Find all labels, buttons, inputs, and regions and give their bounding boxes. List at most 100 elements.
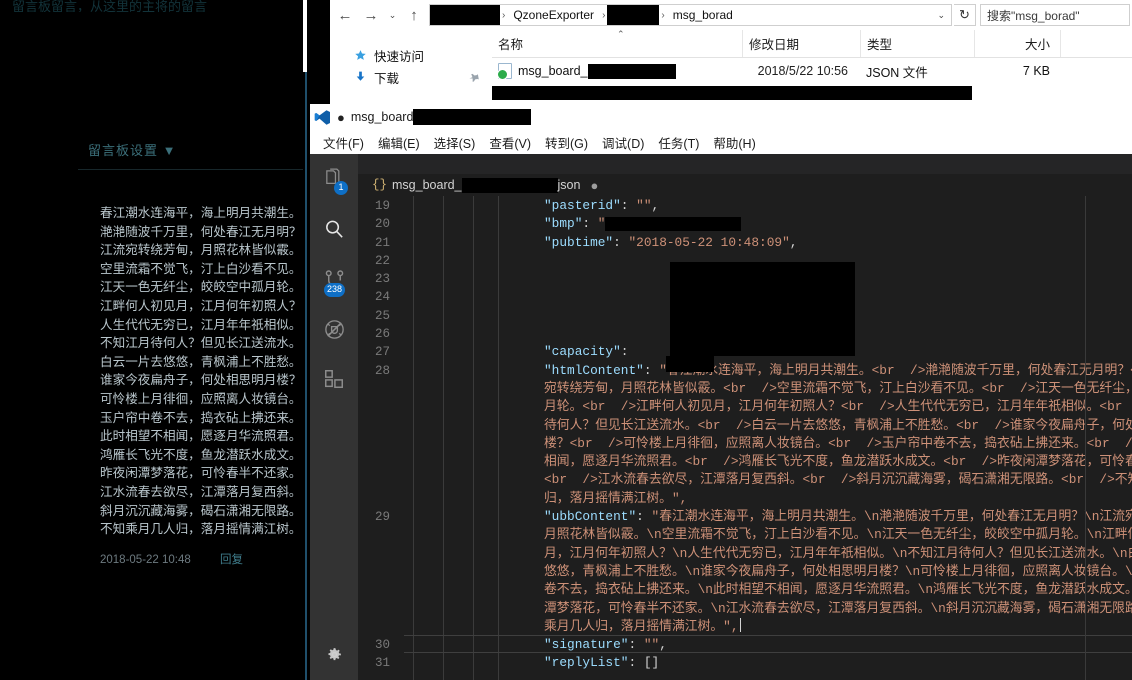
debug-icon[interactable] <box>310 304 358 354</box>
breadcrumb-file-suffix[interactable]: json <box>558 178 581 192</box>
source-control-icon[interactable]: 238 <box>310 254 358 304</box>
poem-line: 人生代代无穷已，江月年年祇相似。 <box>100 317 302 332</box>
code-editor[interactable]: 19 20 21 22 23 24 25 26 27 28 29 30 31 "pasterid": "… <box>358 196 1132 680</box>
code-line-wrapped: 宛转绕芳甸，月照花林皆似霰。<br />空里流霜不觉飞，汀上白沙看不见。<br … <box>544 380 1132 396</box>
menu-item-查看v[interactable]: 查看(V) <box>482 133 538 152</box>
back-button[interactable]: ← <box>332 1 358 29</box>
message-meta: 2018-05-22 10:48 回复 <box>100 551 306 567</box>
tree-item-downloads[interactable]: 下载 <box>330 66 492 88</box>
vscode-workbench: 1 238 {} msg_board_ json ● 19 20 21 22 2… <box>310 154 1132 680</box>
breadcrumb-segment[interactable]: msg_borad <box>667 8 739 22</box>
refresh-button[interactable]: ↻ <box>954 4 976 26</box>
extensions-icon[interactable] <box>310 354 358 404</box>
tree-item-label: 下载 <box>374 71 400 86</box>
message-board-settings-link[interactable]: 留言板设置 ▼ <box>0 130 306 159</box>
gear-icon[interactable] <box>310 634 358 674</box>
poem-line: 不知江月待何人？但见长江送流水。 <box>100 336 302 351</box>
editor-area: {} msg_board_ json ● 19 20 21 22 23 24 25 26 27 2… <box>358 154 1132 680</box>
up-button[interactable]: ↑ <box>401 1 427 29</box>
code-line-replylist: "replyList": [] <box>544 655 660 671</box>
panel-edge <box>305 0 307 680</box>
line-number <box>358 453 390 471</box>
line-number: 29 <box>374 510 390 525</box>
activity-bar: 1 238 <box>310 154 358 680</box>
star-icon <box>352 47 368 63</box>
poem-line: 斜月沉沉藏海雾，碣石潇湘无限路。 <box>100 503 302 518</box>
menu-item-帮助h[interactable]: 帮助(H) <box>706 133 762 152</box>
unsaved-indicator-icon: ● <box>337 109 345 125</box>
line-number <box>358 380 390 398</box>
recent-locations-icon[interactable]: ⌄ <box>384 1 401 29</box>
pin-icon[interactable] <box>467 69 482 84</box>
table-row[interactable]: msg_board_ 2018/5/22 10:56 JSON 文件 7 KB <box>492 58 1132 84</box>
column-header-type[interactable]: 类型 <box>860 30 974 57</box>
code-line-wrapped: 月，江月何年初照人？\n人生代代无穷已，江月年年祇相似。\n不知江月待何人？但见… <box>544 545 1132 561</box>
line-number: 25 <box>374 308 390 323</box>
line-number <box>358 600 390 618</box>
code-line-ubbcontent: "ubbContent": "春江潮水连海平，海上明月共潮生。\n滟滟随波千万里… <box>544 509 1132 525</box>
line-number <box>358 563 390 581</box>
redaction-block <box>492 86 972 100</box>
code-line-pubtime: "pubtime": "2018-05-22 10:48:09", <box>544 234 798 250</box>
code-line-wrapped: 月照花林皆似霰。\n空里流霜不觉飞，汀上白沙看不见。\n江天一色无纤尘，皎皎空中… <box>544 527 1132 543</box>
file-list: msg_board_ 2018/5/22 10:56 JSON 文件 7 KB <box>492 58 1132 84</box>
reply-link[interactable]: 回复 <box>220 554 243 566</box>
code-line-wrapped: <br />江水流春去欲尽，江潭落月复西斜。<br />斜月沉沉藏海雾，碣石潇湘… <box>544 472 1132 488</box>
redaction-block <box>461 177 558 193</box>
line-number: 19 <box>374 199 390 213</box>
menu-item-文件f[interactable]: 文件(F) <box>316 133 371 152</box>
navigation-pane: 快速访问下载 <box>330 30 492 104</box>
line-number <box>358 471 390 489</box>
source-control-badge: 238 <box>324 283 346 297</box>
search-input[interactable]: 搜索"msg_borad" <box>980 4 1130 26</box>
redaction-block <box>666 356 714 372</box>
column-header-size[interactable]: 大小 <box>974 30 1060 57</box>
poem-line: 鸿雁长飞光不度，鱼龙潜跃水成文。 <box>100 447 302 462</box>
line-number: 21 <box>374 235 390 250</box>
column-header-name[interactable]: 名称 ⌃ <box>492 29 742 57</box>
tree-item-quick-access[interactable]: 快速访问 <box>330 44 492 66</box>
poem-line: 江流宛转绕芳甸，月照花林皆似霰。 <box>100 243 302 258</box>
poem-line: 玉户帘中卷不去，捣衣砧上拂还来。 <box>100 410 302 425</box>
explorer-icon[interactable]: 1 <box>310 154 358 204</box>
message-timestamp: 2018-05-22 10:48 <box>100 553 191 566</box>
column-header-name-label: 名称 <box>498 38 524 52</box>
menu-item-调试d[interactable]: 调试(D) <box>595 133 651 152</box>
code-line-wrapped: 潭梦落花，可怜春半不还家。\n江水流春去欲尽，江潭落月复西斜。\n斜月沉沉藏海雾… <box>544 600 1132 616</box>
redaction-block <box>605 216 742 231</box>
menu-item-转到g[interactable]: 转到(G) <box>538 133 595 152</box>
menu-item-任务t[interactable]: 任务(T) <box>651 133 706 152</box>
address-bar[interactable]: › QzoneExporter › › msg_borad ⌄ <box>429 4 952 26</box>
line-number-gutter: 19 20 21 22 23 24 25 26 27 28 29 30 31 <box>358 196 404 680</box>
chevron-down-icon[interactable]: ⌄ <box>931 10 951 21</box>
explorer-navigation-bar: ← → ⌄ ↑ › QzoneExporter › › msg_borad ⌄ ↻ 搜索"… <box>330 0 1132 30</box>
line-number <box>358 490 390 508</box>
poem-line: 春江潮水连海平，海上明月共潮生。 <box>100 206 302 220</box>
redaction-block <box>670 262 855 356</box>
page-scrollbar-thumb[interactable] <box>303 0 307 72</box>
breadcrumb-file-prefix[interactable]: msg_board_ <box>392 178 462 192</box>
code-line-htmlcontent: "htmlContent": "春江潮水连海平，海上明月共潮生。<br />滟滟… <box>544 362 1132 378</box>
code-line-wrapped: 卷不去，捣衣砧上拂还来。\n此时相望不相闻，愿逐月华流照君。\n鸿雁长飞光不度，… <box>544 582 1132 598</box>
line-number: 31 <box>374 656 390 671</box>
menu-item-选择s[interactable]: 选择(S) <box>427 133 483 152</box>
file-size-cell: 7 KB <box>1022 64 1050 78</box>
json-file-icon <box>497 63 512 80</box>
menu-item-编辑e[interactable]: 编辑(E) <box>371 133 427 152</box>
code-content[interactable]: "pasterid": "", "bmp": " "pubtime": "2018-… <box>404 196 1132 680</box>
line-number: 24 <box>374 290 390 305</box>
column-header-date[interactable]: 修改日期 <box>742 30 860 57</box>
redaction-block <box>607 5 660 25</box>
file-name-text: msg_board_ <box>518 64 588 78</box>
search-icon[interactable] <box>310 204 358 254</box>
breadcrumb-segment[interactable]: QzoneExporter <box>507 8 600 22</box>
explorer-badge: 1 <box>334 181 348 195</box>
vscode-logo-icon <box>314 109 331 126</box>
tab-bar <box>358 154 1132 174</box>
code-line-pasterid: "pasterid": "", <box>544 198 660 213</box>
file-name-cell[interactable]: msg_board_ <box>492 63 742 80</box>
line-number <box>358 398 390 416</box>
poem-line: 不知乘月几人归，落月摇情满江树。 <box>100 522 302 537</box>
forward-button[interactable]: → <box>358 1 384 29</box>
vscode-window: ● msg_board 文件(F) 编辑(E) 选择(S) 查看(V) 转到(G) 调试(… <box>310 104 1132 680</box>
